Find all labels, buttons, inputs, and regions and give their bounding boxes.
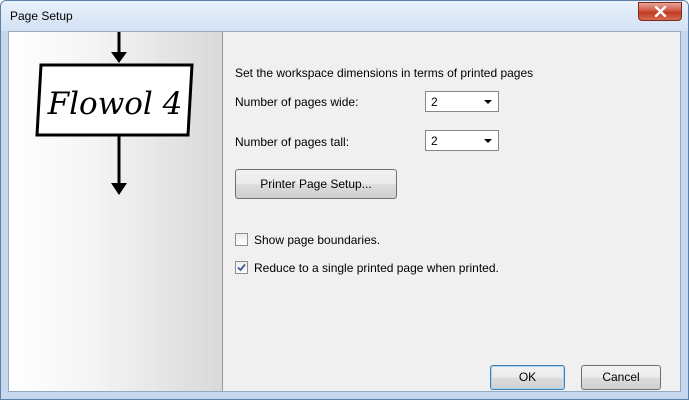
close-icon — [654, 6, 667, 17]
pages-wide-label: Number of pages wide: — [235, 95, 359, 109]
settings-panel: Set the workspace dimensions in terms of… — [223, 32, 680, 391]
ok-button[interactable]: OK — [490, 365, 565, 390]
pages-wide-value: 2 — [431, 95, 438, 109]
printer-page-setup-button[interactable]: Printer Page Setup... — [235, 169, 397, 199]
cancel-button[interactable]: Cancel — [581, 365, 661, 390]
logo-panel: Flowol 4 — [9, 32, 223, 391]
window-title: Page Setup — [10, 9, 73, 23]
pages-tall-value: 2 — [431, 134, 438, 148]
checkmark-icon — [237, 263, 246, 272]
title-bar[interactable]: Page Setup — [1, 1, 688, 31]
intro-text: Set the workspace dimensions in terms of… — [235, 66, 534, 80]
chevron-down-icon — [484, 139, 492, 143]
dialog-body: Flowol 4 Set the workspace dimensions in… — [8, 31, 681, 392]
pages-tall-label: Number of pages tall: — [235, 135, 350, 149]
flowol-logo: Flowol 4 — [35, 32, 194, 195]
reduce-single-page-checkbox[interactable] — [235, 261, 248, 274]
reduce-single-page-label: Reduce to a single printed page when pri… — [254, 261, 499, 275]
pages-wide-select[interactable]: 2 — [425, 91, 499, 112]
logo-text: Flowol 4 — [47, 86, 183, 122]
pages-tall-select[interactable]: 2 — [425, 130, 499, 151]
close-button[interactable] — [638, 2, 682, 21]
show-boundaries-label: Show page boundaries. — [254, 233, 381, 247]
arrow-down-icon — [111, 32, 127, 63]
show-boundaries-checkbox[interactable] — [235, 233, 248, 246]
arrow-down-icon — [111, 136, 127, 195]
page-setup-dialog: Page Setup Flowol 4 Set the workspace di… — [0, 0, 689, 400]
chevron-down-icon — [484, 100, 492, 104]
